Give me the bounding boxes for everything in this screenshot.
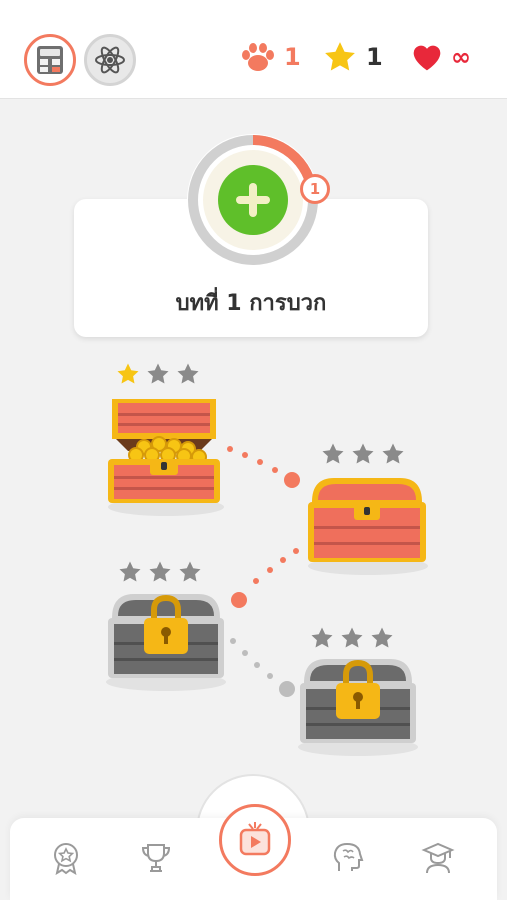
star-empty-icon [147,363,169,384]
play-video-icon [239,822,271,856]
chest-3-stars [118,560,202,584]
star-empty-icon [341,627,363,648]
path-dots [227,446,300,697]
star-icon [325,42,355,71]
nav-graduate-button[interactable] [418,838,458,878]
graduate-icon [421,842,455,874]
badge-icon [54,843,78,875]
subject-science-button[interactable] [84,34,136,86]
lives-stat: ∞ [411,40,471,74]
chest-open-icon[interactable] [104,393,224,517]
star-stat: 1 [322,40,383,74]
star-count: 1 [366,43,383,71]
nav-badge-button[interactable] [46,838,86,878]
star-empty-icon [371,627,393,648]
chest-locked-icon [298,659,418,756]
star-empty-icon [179,561,201,582]
paw-icon [242,43,274,71]
chest-closed-icon[interactable] [304,474,430,578]
heart-icon [413,45,441,71]
chest-locked-icon [106,594,226,691]
star-empty-icon [352,443,374,464]
brain-icon [333,842,364,871]
chest-1-stars [116,362,200,386]
star-empty-icon [311,627,333,648]
star-empty-icon [322,443,344,464]
top-bar: 1 1 ∞ [0,0,507,99]
subject-math-button[interactable] [24,34,76,86]
star-empty-icon [119,561,141,582]
star-earned-icon [117,363,139,384]
nav-video-button[interactable] [219,804,291,876]
nav-trophy-button[interactable] [136,838,176,878]
chest-2-stars [321,442,405,466]
chest-4-stars [310,626,394,650]
calculator-icon [37,46,63,74]
nav-brain-button[interactable] [328,838,368,878]
star-empty-icon [382,443,404,464]
star-empty-icon [149,561,171,582]
paw-count: 1 [284,43,301,71]
trophy-icon [141,844,171,872]
atom-icon [95,46,125,74]
paw-stat: 1 [240,40,301,74]
star-empty-icon [177,363,199,384]
lives-count: ∞ [451,43,471,71]
